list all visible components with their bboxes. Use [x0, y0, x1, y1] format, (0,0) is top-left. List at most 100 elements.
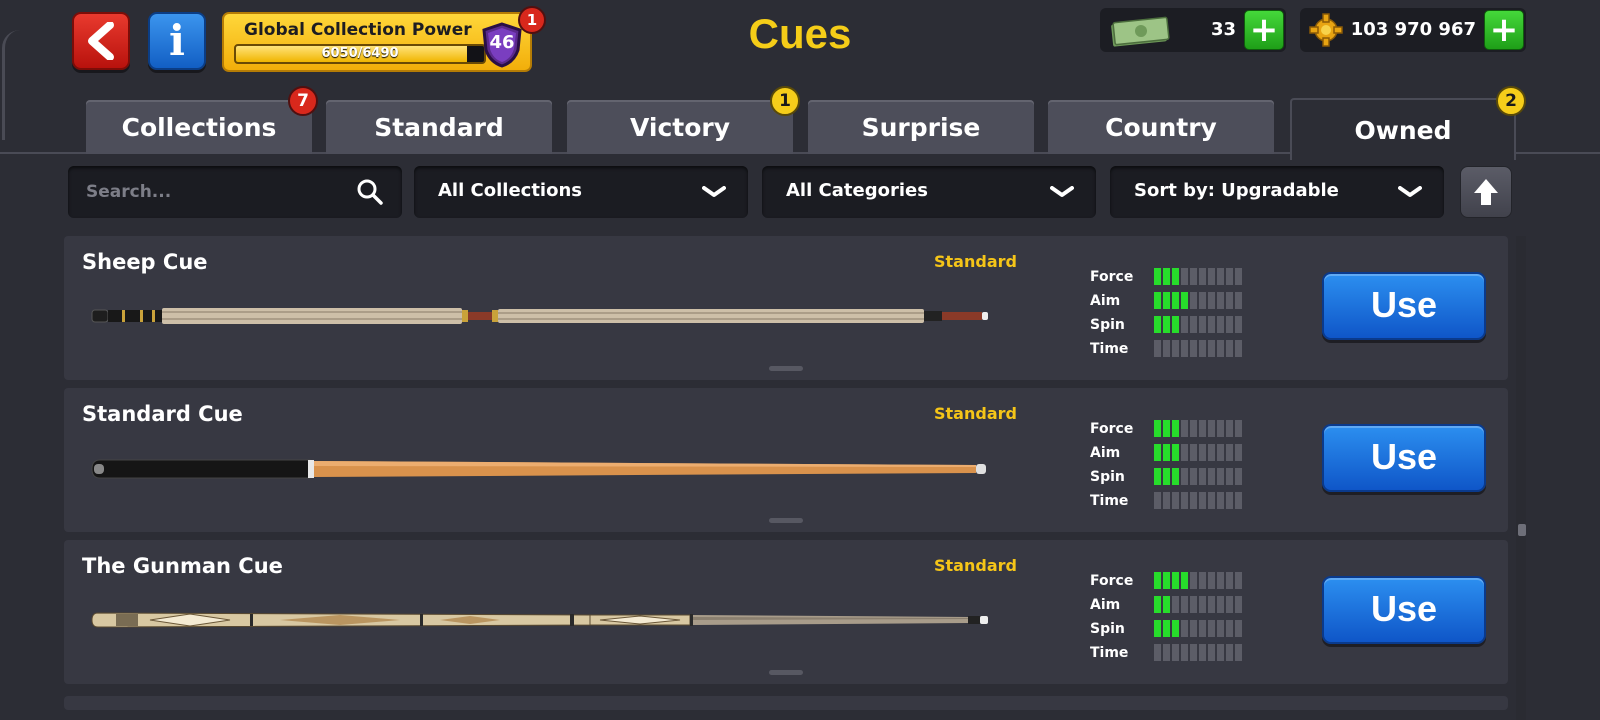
- scrollbar-track[interactable]: [1516, 236, 1526, 720]
- category-filter-value: All Categories: [786, 180, 928, 201]
- stat-segment: [1226, 596, 1233, 613]
- stat-segment: [1172, 268, 1179, 285]
- stat-segment: [1208, 316, 1215, 333]
- stat-segment: [1190, 572, 1197, 589]
- stat-segment: [1163, 492, 1170, 509]
- tab-victory[interactable]: Victory: [567, 100, 793, 154]
- stat-segment: [1199, 292, 1206, 309]
- category-filter-dropdown[interactable]: All Categories: [762, 166, 1096, 218]
- stat-segment: [1154, 620, 1161, 637]
- stat-segment: [1235, 468, 1242, 485]
- cue-card-gunman[interactable]: The Gunman Cue Standard Force Aim Spin Time…: [64, 540, 1508, 684]
- stat-segment: [1226, 492, 1233, 509]
- cue-image: [91, 308, 988, 324]
- info-button[interactable]: i: [148, 12, 206, 70]
- search-icon[interactable]: [356, 178, 384, 206]
- stat-segment: [1226, 444, 1233, 461]
- stat-segment: [1226, 292, 1233, 309]
- stat-segment: [1181, 644, 1188, 661]
- tab-country[interactable]: Country: [1048, 100, 1274, 154]
- stat-segment: [1208, 468, 1215, 485]
- tab-collections[interactable]: Collections: [86, 100, 312, 154]
- stat-segment: [1172, 572, 1179, 589]
- search-input[interactable]: [86, 178, 336, 206]
- use-button[interactable]: Use: [1322, 424, 1486, 492]
- expand-handle[interactable]: [769, 670, 803, 675]
- stat-segment: [1181, 292, 1188, 309]
- scrollbar-thumb[interactable]: [1518, 524, 1526, 536]
- chevron-down-icon: [1398, 186, 1422, 197]
- stat-segment: [1163, 620, 1170, 637]
- stat-segment: [1154, 492, 1161, 509]
- stat-segment: [1154, 468, 1161, 485]
- cue-card-sheep[interactable]: Sheep Cue Standard Force Aim Spin Time Use: [64, 236, 1508, 380]
- stat-segment: [1226, 620, 1233, 637]
- collection-level: 46: [489, 32, 515, 53]
- stat-segment: [1235, 596, 1242, 613]
- stat-segment: [1172, 596, 1179, 613]
- collection-filter-dropdown[interactable]: All Collections: [414, 166, 748, 218]
- stat-segment: [1199, 444, 1206, 461]
- expand-handle[interactable]: [769, 518, 803, 523]
- tab-label: Surprise: [861, 112, 981, 142]
- stat-segment: [1208, 420, 1215, 437]
- cue-image: [91, 612, 988, 628]
- tab-surprise[interactable]: Surprise: [808, 100, 1034, 154]
- stat-bar-time: [1154, 340, 1244, 357]
- stat-segment: [1190, 316, 1197, 333]
- stat-bar-aim: [1154, 292, 1244, 309]
- stat-label: Spin: [1090, 469, 1125, 485]
- stat-segment: [1208, 492, 1215, 509]
- tab-standard[interactable]: Standard: [326, 100, 552, 154]
- cue-card-next[interactable]: [64, 696, 1508, 710]
- sort-dropdown[interactable]: Sort by: Upgradable: [1110, 166, 1444, 218]
- cue-name: Sheep Cue: [82, 250, 208, 274]
- use-button[interactable]: Use: [1322, 576, 1486, 644]
- cue-card-standard[interactable]: Standard Cue Standard Force Aim Spin Time U…: [64, 388, 1508, 532]
- stat-segment: [1217, 340, 1224, 357]
- stat-segment: [1226, 268, 1233, 285]
- back-arrow-icon: [88, 22, 114, 60]
- stat-segment: [1235, 444, 1242, 461]
- sort-direction-button[interactable]: [1460, 166, 1512, 218]
- stat-segment: [1217, 572, 1224, 589]
- info-icon: i: [169, 16, 185, 65]
- stat-segment: [1217, 620, 1224, 637]
- tab-victory-badge: 1: [770, 86, 800, 116]
- stat-segment: [1217, 292, 1224, 309]
- stat-segment: [1172, 620, 1179, 637]
- cue-image: [91, 459, 986, 479]
- cash-amount: 33: [1210, 19, 1236, 40]
- stat-label: Spin: [1090, 317, 1125, 333]
- stat-label: Time: [1090, 341, 1129, 357]
- stat-segment: [1163, 268, 1170, 285]
- stat-segment: [1217, 492, 1224, 509]
- stat-segment: [1163, 444, 1170, 461]
- use-button[interactable]: Use: [1322, 272, 1486, 340]
- stat-segment: [1208, 596, 1215, 613]
- stat-segment: [1172, 644, 1179, 661]
- back-button[interactable]: [72, 12, 130, 70]
- stat-segment: [1208, 572, 1215, 589]
- stat-segment: [1217, 316, 1224, 333]
- stat-label: Time: [1090, 645, 1129, 661]
- expand-handle[interactable]: [769, 366, 803, 371]
- collection-power-panel[interactable]: Global Collection Power 6050/6490 46: [222, 12, 532, 72]
- cash-counter: 33 +: [1100, 8, 1286, 52]
- stat-segment: [1208, 268, 1215, 285]
- add-cash-button[interactable]: +: [1244, 10, 1284, 50]
- page-title: Cues: [748, 10, 852, 57]
- tab-label: Standard: [374, 112, 504, 142]
- arrow-up-icon: [1474, 179, 1498, 205]
- stat-segment: [1163, 468, 1170, 485]
- tab-owned[interactable]: Owned: [1290, 98, 1516, 160]
- coins-icon: [1309, 13, 1343, 47]
- collection-power-progress-text: 6050/6490: [321, 46, 399, 61]
- stat-segment: [1217, 444, 1224, 461]
- stat-bar-spin: [1154, 468, 1244, 485]
- stat-segment: [1199, 340, 1206, 357]
- stat-label: Aim: [1090, 597, 1121, 613]
- collection-power-label: Global Collection Power: [244, 20, 472, 40]
- stat-segment: [1235, 316, 1242, 333]
- add-coins-button[interactable]: +: [1484, 10, 1524, 50]
